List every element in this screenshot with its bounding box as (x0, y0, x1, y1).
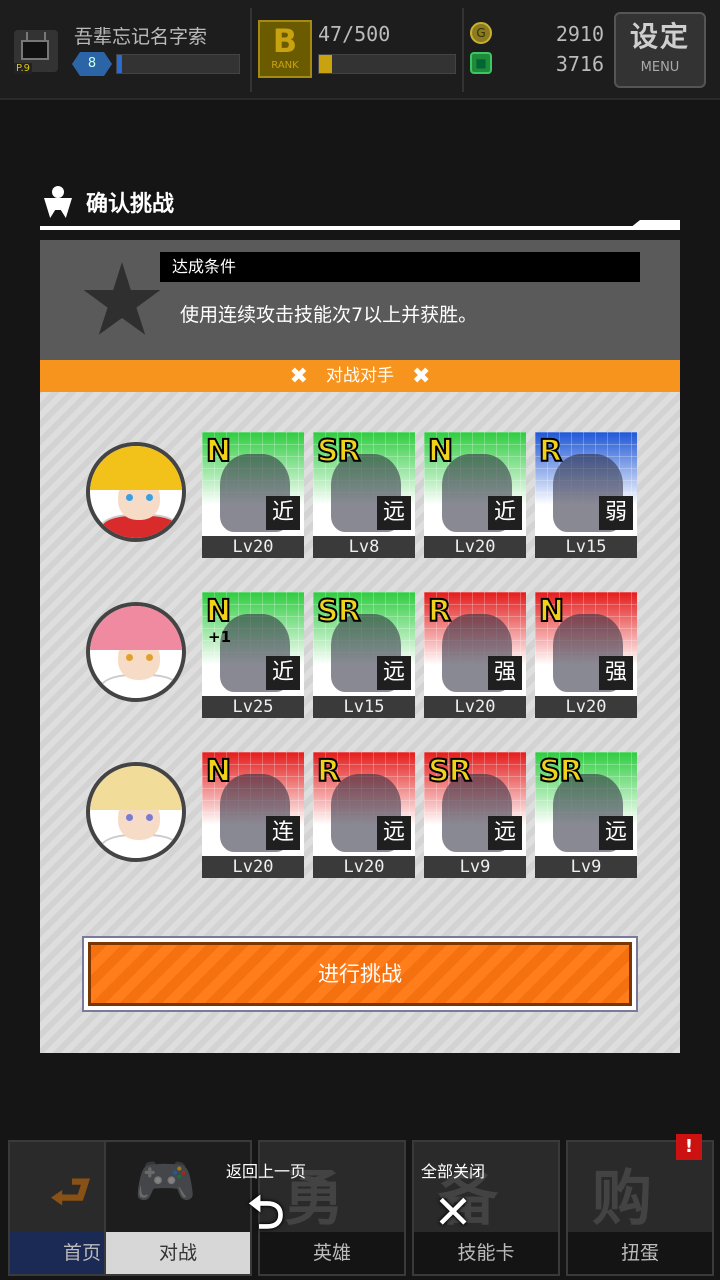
bottom-nav: ⮐ 首页 🎮 对战 勇 英雄 备 技能卡 购 ! 扭蛋 (0, 1134, 720, 1280)
gem-count: 3716 (555, 52, 604, 76)
nav-gacha-label: 扭蛋 (568, 1232, 712, 1274)
card-rarity: R (427, 594, 452, 629)
card-rarity: N (205, 594, 232, 629)
home-arrow-icon: ⮐ (50, 1164, 92, 1218)
card-rarity: N (205, 434, 232, 469)
nav-gacha[interactable]: 购 ! 扭蛋 (566, 1134, 714, 1276)
card-type-badge: 近 (266, 496, 300, 530)
skill-card[interactable]: N 强 Lv20 (535, 592, 637, 718)
card-type-badge: 强 (599, 656, 633, 690)
skill-card[interactable]: R 远 Lv20 (313, 752, 415, 878)
card-type-badge: 弱 (599, 496, 633, 530)
rank-badge: B RANK (258, 20, 312, 78)
player-level-badge: 8 (72, 52, 112, 76)
skill-card[interactable]: N +1 近 Lv25 (202, 592, 304, 718)
tv-level: P.9 (14, 63, 33, 74)
skill-card[interactable]: N 近 Lv20 (202, 432, 304, 558)
card-type-badge: 近 (266, 656, 300, 690)
condition-text: 使用连续攻击技能次7以上并获胜。 (180, 304, 478, 326)
card-level: Lv9 (535, 856, 637, 878)
title-divider (40, 226, 680, 230)
card-level: Lv9 (424, 856, 526, 878)
card-level: Lv20 (424, 536, 526, 558)
skill-card[interactable]: SR 远 Lv9 (424, 752, 526, 878)
close-all-label: 全部关闭 (420, 1162, 485, 1181)
coin-count: 2910 (555, 22, 604, 46)
card-rarity: SR (316, 434, 362, 469)
card-type-badge: 连 (266, 816, 300, 850)
card-rarity: R (316, 754, 341, 789)
card-level: Lv20 (313, 856, 415, 878)
opponents-label: 对战对手 (326, 366, 394, 386)
fighter-icon (40, 184, 76, 220)
card-type-badge: 远 (488, 816, 522, 850)
avatar-blonde-headphones[interactable] (86, 442, 186, 542)
card-type-badge: 远 (377, 816, 411, 850)
skill-card[interactable]: SR 远 Lv8 (313, 432, 415, 558)
card-type-badge: 远 (599, 816, 633, 850)
card-type-badge: 近 (488, 496, 522, 530)
modal-title-text: 确认挑战 (86, 192, 175, 217)
skill-card[interactable]: SR 远 Lv9 (535, 752, 637, 878)
rank-word: RANK (271, 60, 299, 71)
back-button[interactable]: 返回上一页 ⮌ (216, 1158, 316, 1238)
player-name: 吾辈忘记名字索 (74, 26, 208, 48)
close-all-button[interactable]: 全部关闭 ✕ (408, 1158, 498, 1238)
gem-icon: ■ (470, 52, 492, 74)
star-icon (83, 262, 161, 335)
alert-badge: ! (676, 1134, 702, 1160)
tv-icon: P.9 (14, 30, 58, 74)
skill-card[interactable]: N 连 Lv20 (202, 752, 304, 878)
card-rarity: SR (427, 754, 473, 789)
card-type-badge: 远 (377, 496, 411, 530)
avatar-blonde-maid[interactable] (86, 762, 186, 862)
gacha-icon: 购 (592, 1164, 652, 1234)
card-level: Lv8 (313, 536, 415, 558)
return-arrow-icon: ⮌ (247, 1185, 285, 1239)
card-plus: +1 (208, 628, 232, 646)
card-level: Lv15 (313, 696, 415, 718)
rank-progress-bar (318, 54, 456, 74)
card-rarity: SR (316, 594, 362, 629)
card-level: Lv20 (202, 856, 304, 878)
skill-card[interactable]: N 近 Lv20 (424, 432, 526, 558)
start-challenge-label: 进行挑战 (88, 942, 632, 1006)
skill-card[interactable]: R 强 Lv20 (424, 592, 526, 718)
card-level: Lv20 (535, 696, 637, 718)
cross-icon: ✖ (289, 364, 308, 389)
menu-sub-label: MENU (640, 60, 680, 75)
gamepad-icon: 🎮 (134, 1152, 197, 1210)
skill-card[interactable]: R 弱 Lv15 (535, 432, 637, 558)
coin-icon: G (470, 22, 492, 44)
card-level: Lv15 (535, 536, 637, 558)
back-label: 返回上一页 (225, 1162, 306, 1181)
start-challenge-button[interactable]: 进行挑战 (82, 936, 638, 1012)
status-bar: P.9 吾辈忘记名字索 8 B RANK 47/500 G 2910 ■ 371… (0, 0, 720, 100)
card-level: Lv20 (424, 696, 526, 718)
card-type-badge: 远 (377, 656, 411, 690)
rank-progress: 47/500 (318, 22, 391, 46)
card-level: Lv20 (202, 536, 304, 558)
card-rarity: N (205, 754, 232, 789)
card-rarity: SR (538, 754, 584, 789)
card-type-badge: 强 (488, 656, 522, 690)
modal-title: 确认挑战 (40, 180, 174, 224)
condition-label: 达成条件 (160, 252, 640, 282)
rank-letter: B (272, 22, 298, 60)
cross-icon: ✖ (412, 364, 431, 389)
opponents-header: ✖ 对战对手 ✖ (40, 360, 680, 392)
card-rarity: N (538, 594, 565, 629)
xp-bar (116, 54, 240, 74)
nav-battle-label: 对战 (106, 1232, 250, 1274)
condition-panel: 达成条件 使用连续攻击技能次7以上并获胜。 (40, 240, 680, 360)
card-level: Lv25 (202, 696, 304, 718)
avatar-pink-twintails[interactable] (86, 602, 186, 702)
card-rarity: R (538, 434, 563, 469)
close-icon: ✕ (433, 1185, 473, 1239)
skill-card[interactable]: SR 远 Lv15 (313, 592, 415, 718)
card-rarity: N (427, 434, 454, 469)
menu-button[interactable]: 设定 MENU (614, 12, 706, 88)
menu-label: 设定 (629, 20, 690, 53)
